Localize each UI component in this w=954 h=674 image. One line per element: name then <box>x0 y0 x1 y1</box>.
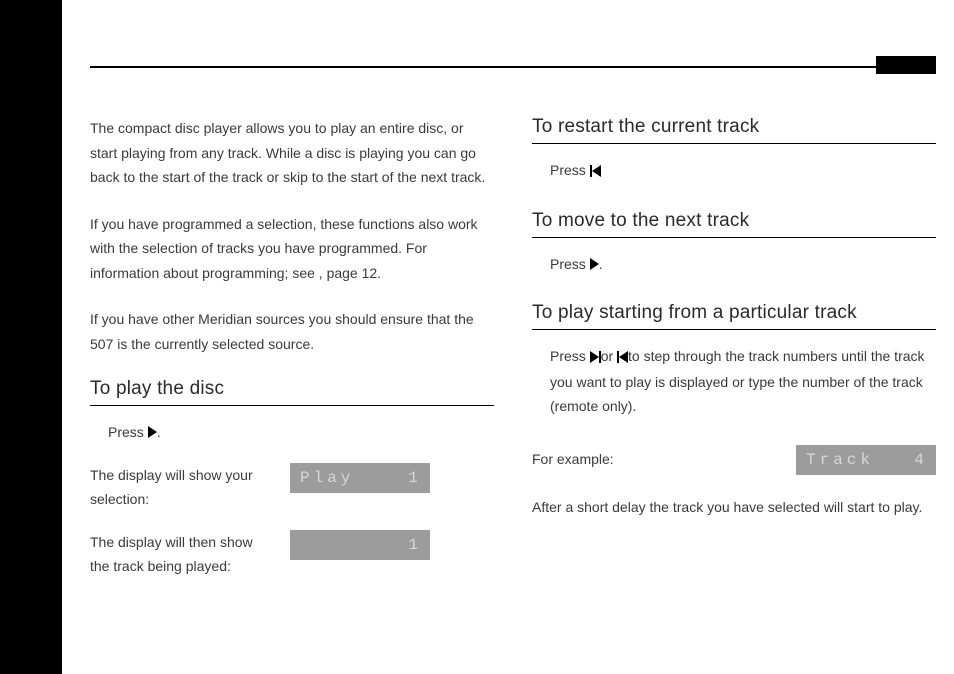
intro-paragraph-1: The compact disc player allows you to pl… <box>90 116 494 190</box>
step-or: or <box>601 348 617 364</box>
heading-play-disc: To play the disc <box>90 378 494 406</box>
lcd-display-track: 1 <box>290 530 430 560</box>
heading-next-track: To move to the next track <box>532 210 936 238</box>
press-play-line: Press . <box>90 420 494 445</box>
page-content: The compact disc player allows you to pl… <box>62 0 954 674</box>
lcd-text-left: Track <box>806 451 874 469</box>
prog-text-b: , page 12. <box>319 265 381 281</box>
press-label: Press <box>108 424 148 440</box>
period: . <box>157 424 161 440</box>
after-delay-text: After a short delay the track you have s… <box>532 495 936 520</box>
two-column-layout: The compact disc player allows you to pl… <box>90 116 936 579</box>
prog-text-a: If you have programmed a selection, thes… <box>90 216 478 281</box>
next-track-icon <box>590 345 601 370</box>
previous-track-icon <box>617 345 628 370</box>
lcd-text-right: 4 <box>914 451 928 469</box>
right-column: To restart the current track Press To mo… <box>532 116 936 579</box>
heading-restart-track: To restart the current track <box>532 116 936 144</box>
example-row: For example: Track 4 <box>532 445 936 475</box>
display-track-label: The display will then show the track bei… <box>90 530 260 579</box>
press-next-line: Press . <box>532 252 936 277</box>
display-track-row: The display will then show the track bei… <box>90 530 494 579</box>
lcd-text-right: 1 <box>408 536 422 554</box>
document-page: The compact disc player allows you to pl… <box>0 0 954 674</box>
lcd-display-example: Track 4 <box>796 445 936 475</box>
header-accent-block <box>876 56 936 74</box>
lcd-display-play: Play 1 <box>290 463 430 493</box>
display-selection-row: The display will show your selection: Pl… <box>90 463 494 512</box>
heading-particular-track: To play starting from a particular track <box>532 302 936 330</box>
display-selection-label: The display will show your selection: <box>90 463 260 512</box>
step-press: Press <box>550 348 590 364</box>
press-label: Press <box>550 256 590 272</box>
press-label: Press <box>550 162 590 178</box>
previous-track-icon <box>590 159 601 184</box>
play-icon <box>590 258 599 270</box>
period: . <box>599 256 603 272</box>
play-icon <box>148 426 157 438</box>
intro-paragraph-2: If you have programmed a selection, thes… <box>90 212 494 286</box>
left-column: The compact disc player allows you to pl… <box>90 116 494 579</box>
lcd-text-left: Play <box>300 469 354 487</box>
example-label: For example: <box>532 447 614 472</box>
header-rule-area <box>90 0 936 70</box>
step-through-line: Press or to step through the track numbe… <box>532 344 936 419</box>
lcd-text-right: 1 <box>408 469 422 487</box>
header-rule <box>90 66 936 68</box>
intro-paragraph-3: If you have other Meridian sources you s… <box>90 307 494 356</box>
side-black-bar <box>0 0 62 674</box>
press-prev-line: Press <box>532 158 936 184</box>
